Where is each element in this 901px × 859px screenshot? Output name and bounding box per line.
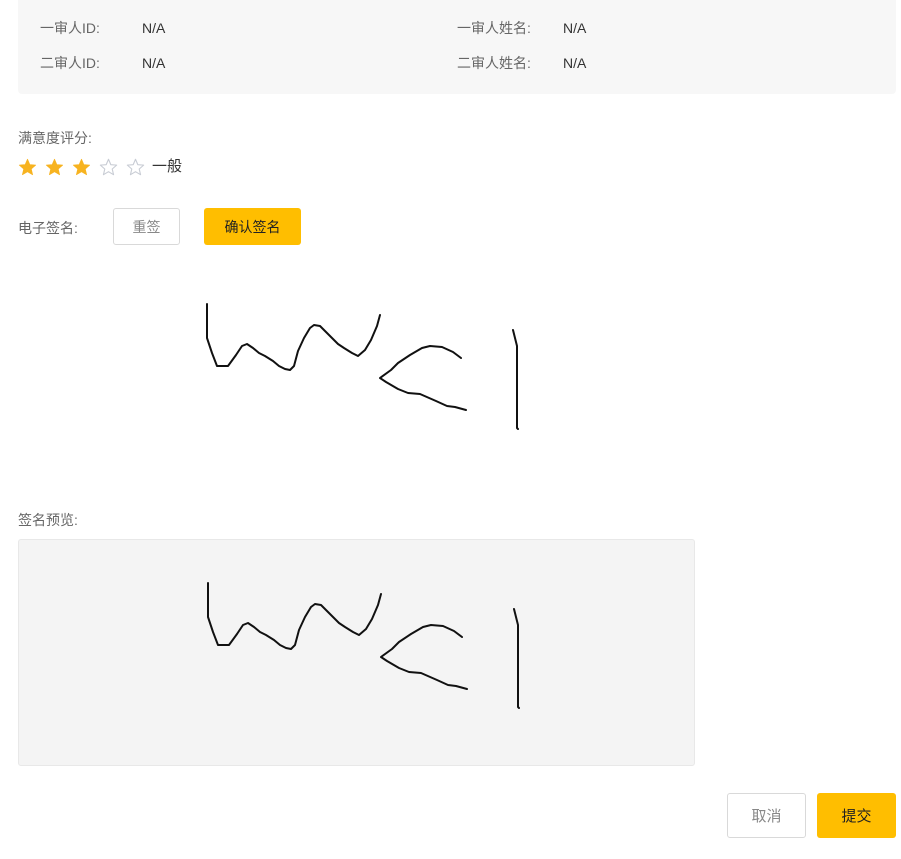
submit-button[interactable]: 提交 [817, 793, 896, 838]
first-reviewer-name-label: 一审人姓名: [457, 20, 531, 36]
first-reviewer-name-value: N/A [563, 20, 587, 36]
rating-text: 一般 [152, 158, 183, 175]
reviewer-row-first: 一审人ID: N/A 一审人姓名: N/A [18, 18, 896, 38]
star-icon[interactable] [18, 158, 37, 177]
confirm-signature-button[interactable]: 确认签名 [204, 208, 301, 245]
re-sign-button[interactable]: 重签 [113, 208, 180, 245]
satisfaction-rating-label: 满意度评分: [18, 130, 92, 146]
cancel-button[interactable]: 取消 [727, 793, 806, 838]
star-icon[interactable] [126, 158, 145, 177]
second-reviewer-id-value: N/A [142, 55, 166, 71]
second-reviewer-id-label: 二审人ID: [40, 55, 100, 71]
reviewer-info-panel: 一审人ID: N/A 一审人姓名: N/A 二审人ID: N/A 二审人姓名: … [18, 0, 896, 94]
satisfaction-rating[interactable]: 一般 [18, 156, 182, 178]
second-reviewer-name-value: N/A [563, 55, 587, 71]
star-icon[interactable] [99, 158, 118, 177]
first-reviewer-id-value: N/A [142, 20, 166, 36]
signature-preview-label: 签名预览: [18, 512, 78, 528]
first-reviewer-id-label: 一审人ID: [40, 20, 100, 36]
signature-preview-image [207, 582, 520, 709]
signature-preview [18, 539, 695, 766]
signature-canvas[interactable] [110, 258, 710, 478]
reviewer-row-second: 二审人ID: N/A 二审人姓名: N/A [18, 53, 896, 73]
star-icon[interactable] [72, 158, 91, 177]
star-icon[interactable] [45, 158, 64, 177]
e-signature-label: 电子签名: [18, 220, 78, 236]
second-reviewer-name-label: 二审人姓名: [457, 55, 531, 71]
signature-strokes [206, 303, 519, 430]
